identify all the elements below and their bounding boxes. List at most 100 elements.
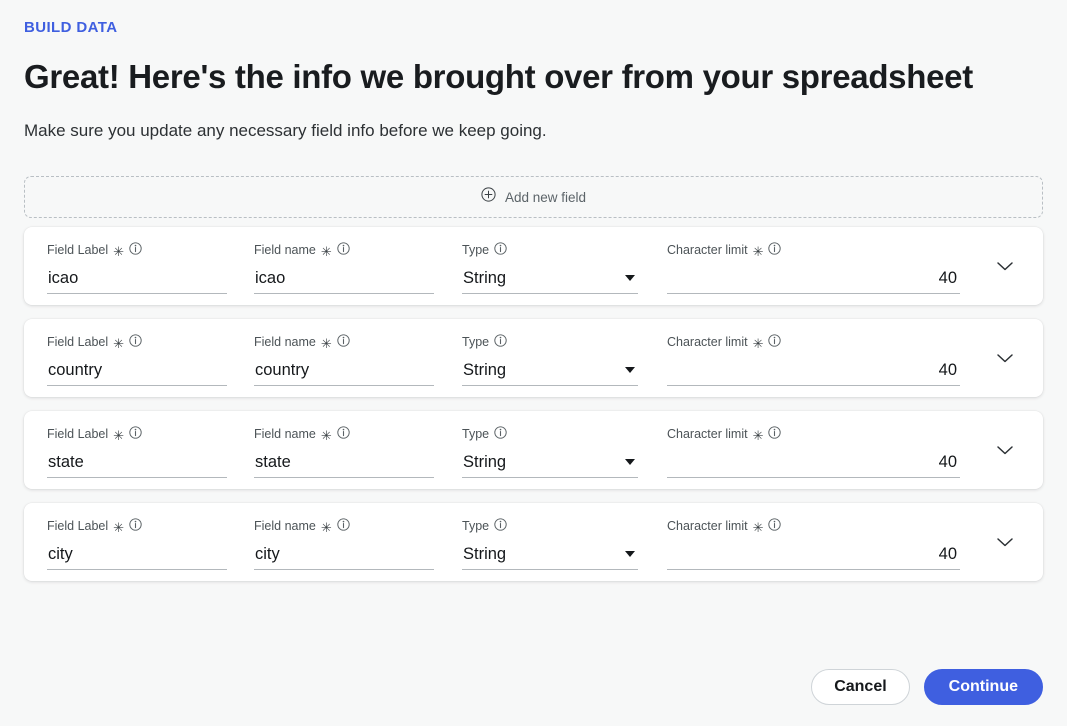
field-type-column: Type String	[462, 426, 639, 479]
character-limit-header-text: Character limit	[667, 335, 748, 350]
field-type-select[interactable]: String	[462, 449, 638, 479]
required-asterisk: ✳	[113, 243, 125, 259]
required-asterisk: ✳	[752, 519, 764, 535]
field-name-info-icon[interactable]	[337, 426, 350, 442]
field-label-input[interactable]: country	[47, 357, 227, 387]
character-limit-header-text: Character limit	[667, 519, 748, 534]
field-row: Field Label ✳ country Field name ✳ country Typ…	[24, 319, 1043, 398]
field-type-info-icon[interactable]	[494, 242, 507, 258]
add-new-field-button[interactable]: Add new field	[24, 176, 1043, 219]
expand-row-button[interactable]	[994, 351, 1016, 365]
field-name-column: Field name ✳ city	[254, 518, 461, 571]
required-asterisk: ✳	[320, 519, 332, 535]
field-label-column: Field Label ✳ city	[47, 518, 254, 571]
field-label-info-icon[interactable]	[129, 518, 142, 534]
field-name-header: Field name ✳	[254, 518, 461, 535]
field-label-input[interactable]: icao	[47, 265, 227, 295]
expand-row-button[interactable]	[994, 443, 1016, 457]
continue-button[interactable]: Continue	[923, 669, 1043, 705]
character-limit-info-icon[interactable]	[768, 334, 782, 350]
field-label-input[interactable]: city	[47, 541, 227, 571]
field-name-info-icon[interactable]	[337, 242, 350, 258]
footer-actions: Cancel Continue	[811, 669, 1043, 705]
field-type-info-icon[interactable]	[494, 518, 507, 534]
field-type-value: String	[463, 268, 507, 287]
field-type-header-text: Type	[462, 335, 490, 350]
field-name-info-icon[interactable]	[337, 334, 350, 350]
field-label-header-text: Field Label	[47, 335, 109, 350]
field-label-header: Field Label ✳	[47, 426, 254, 442]
field-name-input[interactable]: city	[254, 541, 434, 571]
field-row: Field Label ✳ state Field name ✳ state Type Str…	[24, 411, 1043, 490]
cancel-button[interactable]: Cancel	[811, 669, 910, 705]
field-label-column: Field Label ✳ icao	[47, 242, 254, 295]
field-label-column: Field Label ✳ state	[47, 426, 254, 479]
field-label-input[interactable]: state	[47, 449, 227, 479]
field-name-column: Field name ✳ state	[254, 426, 461, 479]
field-name-column: Field name ✳ icao	[254, 242, 461, 295]
page-title: Great! Here's the info we brought over f…	[24, 58, 973, 95]
field-type-column: Type String	[462, 518, 639, 571]
required-asterisk: ✳	[752, 427, 764, 443]
field-label-header-text: Field Label	[47, 243, 109, 258]
field-type-header-text: Type	[462, 519, 490, 534]
field-type-value: String	[463, 360, 507, 379]
field-type-header-text: Type	[462, 427, 490, 442]
character-limit-header: Character limit ✳	[667, 242, 960, 259]
field-name-column: Field name ✳ country	[254, 334, 461, 387]
required-asterisk: ✳	[320, 335, 332, 351]
character-limit-info-icon[interactable]	[768, 426, 782, 442]
required-asterisk: ✳	[752, 335, 764, 351]
field-row: Field Label ✳ icao Field name ✳ icao Type Strin…	[24, 227, 1043, 306]
plus-circle-icon	[481, 187, 496, 207]
field-label-info-icon[interactable]	[129, 334, 142, 350]
field-type-column: Type String	[462, 242, 639, 295]
field-label-info-icon[interactable]	[129, 426, 142, 442]
field-name-input[interactable]: state	[254, 449, 434, 479]
character-limit-input[interactable]: 40	[667, 357, 960, 387]
field-type-header: Type	[462, 518, 639, 534]
field-type-header: Type	[462, 426, 639, 442]
chevron-down-icon	[625, 366, 635, 373]
character-limit-header: Character limit ✳	[667, 426, 960, 443]
required-asterisk: ✳	[320, 243, 332, 259]
required-asterisk: ✳	[752, 243, 764, 259]
field-name-input[interactable]: icao	[254, 265, 434, 295]
character-limit-input[interactable]: 40	[667, 449, 960, 479]
field-name-header: Field name ✳	[254, 426, 461, 442]
expand-row-button[interactable]	[994, 535, 1016, 549]
character-limit-info-icon[interactable]	[768, 242, 782, 258]
character-limit-header-text: Character limit	[667, 243, 748, 258]
field-label-info-icon[interactable]	[129, 242, 142, 258]
field-type-select[interactable]: String	[462, 541, 638, 571]
field-name-info-icon[interactable]	[337, 518, 350, 534]
chevron-down-icon	[625, 274, 635, 281]
chevron-down-icon	[625, 458, 635, 465]
field-name-header-text: Field name	[254, 243, 316, 258]
field-name-header: Field name ✳	[254, 334, 461, 351]
character-limit-header: Character limit ✳	[667, 334, 960, 351]
field-type-info-icon[interactable]	[494, 334, 507, 350]
required-asterisk: ✳	[113, 335, 125, 351]
character-limit-column: Character limit ✳ 40	[667, 426, 960, 479]
field-name-header-text: Field name	[254, 427, 316, 442]
character-limit-column: Character limit ✳ 40	[667, 334, 960, 387]
field-label-header-text: Field Label	[47, 519, 109, 534]
character-limit-input[interactable]: 40	[667, 541, 960, 571]
field-type-info-icon[interactable]	[494, 426, 507, 442]
build-data-page: BUILD DATA Great! Here's the info we bro…	[0, 0, 1067, 726]
field-label-column: Field Label ✳ country	[47, 334, 254, 387]
field-name-input[interactable]: country	[254, 357, 434, 387]
character-limit-input[interactable]: 40	[667, 265, 960, 295]
field-type-select[interactable]: String	[462, 265, 638, 295]
field-type-header: Type	[462, 334, 639, 350]
character-limit-header: Character limit ✳	[667, 518, 960, 535]
expand-row-button[interactable]	[994, 259, 1016, 273]
field-type-header-text: Type	[462, 243, 490, 258]
character-limit-info-icon[interactable]	[768, 518, 782, 534]
page-subtitle: Make sure you update any necessary field…	[24, 121, 547, 141]
field-type-value: String	[463, 544, 507, 563]
field-type-select[interactable]: String	[462, 357, 638, 387]
field-type-header: Type	[462, 242, 639, 258]
field-row: Field Label ✳ city Field name ✳ city Type Strin…	[24, 503, 1043, 582]
